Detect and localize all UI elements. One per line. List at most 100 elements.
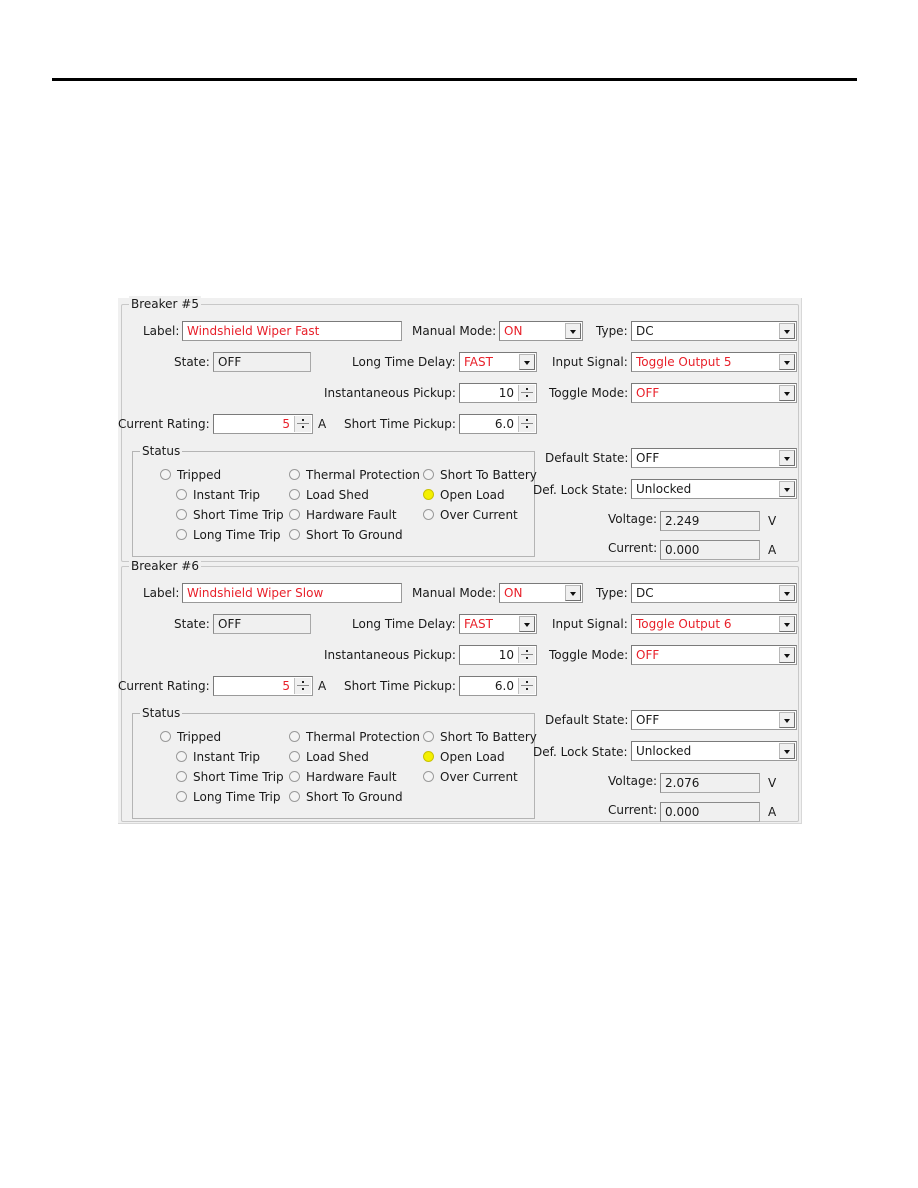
long-time-delay-select[interactable]: FAST: [459, 352, 537, 372]
spin-buttons: [294, 416, 311, 432]
status-indicator: Hardware Fault: [289, 768, 397, 786]
chevron-down-icon[interactable]: [779, 450, 795, 466]
input-signal-select[interactable]: Toggle Output 5: [631, 352, 797, 372]
current-readout: 0.000: [660, 802, 760, 822]
chevron-down-icon[interactable]: [519, 354, 535, 370]
type-select[interactable]: DC: [631, 321, 797, 341]
default-state-select[interactable]: OFF: [631, 710, 797, 730]
spin-down-icon[interactable]: [295, 686, 311, 693]
status-indicator: Load Shed: [289, 486, 369, 504]
default-state-value: OFF: [636, 451, 660, 465]
spin-up-icon[interactable]: [519, 385, 535, 392]
spin-down-icon[interactable]: [519, 686, 535, 693]
manual-mode-select[interactable]: ON: [499, 583, 583, 603]
spin-down-icon[interactable]: [519, 655, 535, 662]
state-caption: State:: [174, 355, 210, 369]
status-indicator: Short To Ground: [289, 526, 403, 544]
default-state-select[interactable]: OFF: [631, 448, 797, 468]
def-lock-state-select[interactable]: Unlocked: [631, 741, 797, 761]
status-label: Hardware Fault: [306, 508, 397, 522]
radio-indicator-icon: [423, 469, 434, 480]
def-lock-state-select[interactable]: Unlocked: [631, 479, 797, 499]
radio-indicator-icon: [289, 489, 300, 500]
chevron-down-icon[interactable]: [779, 323, 795, 339]
label-input[interactable]: Windshield Wiper Fast: [182, 321, 402, 341]
spin-up-icon[interactable]: [519, 416, 535, 423]
manual-mode-select[interactable]: ON: [499, 321, 583, 341]
chevron-down-icon[interactable]: [779, 585, 795, 601]
status-label: Short To Ground: [306, 790, 403, 804]
manual-mode-caption: Manual Mode:: [412, 324, 497, 338]
status-label: Thermal Protection: [306, 730, 420, 744]
state-readout: OFF: [213, 352, 311, 372]
status-indicator: Long Time Trip: [176, 526, 281, 544]
spin-up-icon[interactable]: [295, 416, 311, 423]
toggle-mode-caption: Toggle Mode:: [549, 648, 629, 662]
status-indicator: Short Time Trip: [176, 768, 284, 786]
chevron-down-icon[interactable]: [779, 647, 795, 663]
radio-indicator-icon: [289, 751, 300, 762]
type-caption: Type:: [596, 324, 628, 338]
radio-indicator-icon: [423, 771, 434, 782]
breaker-title: Breaker #6: [129, 558, 201, 574]
status-indicator: Tripped: [160, 466, 221, 484]
chevron-down-icon[interactable]: [779, 354, 795, 370]
input-signal-select[interactable]: Toggle Output 6: [631, 614, 797, 634]
status-label: Open Load: [440, 488, 505, 502]
chevron-down-icon[interactable]: [519, 616, 535, 632]
default-state-value: OFF: [636, 713, 660, 727]
current-readout: 0.000: [660, 540, 760, 560]
radio-indicator-icon: [289, 529, 300, 540]
spin-down-icon[interactable]: [519, 424, 535, 431]
chevron-down-icon[interactable]: [779, 385, 795, 401]
status-group: Status Tripped Instant Trip Short Time T…: [132, 443, 537, 557]
spin-down-icon[interactable]: [295, 424, 311, 431]
voltage-readout: 2.076: [660, 773, 760, 793]
chevron-down-icon[interactable]: [779, 743, 795, 759]
current-rating-stepper[interactable]: 5: [213, 676, 313, 696]
chevron-down-icon[interactable]: [779, 712, 795, 728]
radio-indicator-icon: [289, 509, 300, 520]
voltage-caption: Voltage:: [608, 512, 658, 526]
chevron-down-icon[interactable]: [779, 481, 795, 497]
current-rating-stepper[interactable]: 5: [213, 414, 313, 434]
status-indicator: Over Current: [423, 506, 518, 524]
label-input[interactable]: Windshield Wiper Slow: [182, 583, 402, 603]
radio-indicator-icon: [423, 489, 434, 500]
status-indicator: Open Load: [423, 748, 505, 766]
spin-up-icon[interactable]: [519, 678, 535, 685]
state-readout: OFF: [213, 614, 311, 634]
radio-indicator-icon: [176, 771, 187, 782]
spin-up-icon[interactable]: [295, 678, 311, 685]
radio-indicator-icon: [423, 509, 434, 520]
toggle-mode-select[interactable]: OFF: [631, 383, 797, 403]
status-group: Status Tripped Instant Trip Short Time T…: [132, 705, 537, 819]
radio-indicator-icon: [289, 469, 300, 480]
instantaneous-pickup-caption: Instantaneous Pickup:: [324, 648, 456, 662]
short-time-pickup-stepper[interactable]: 6.0: [459, 414, 537, 434]
spin-down-icon[interactable]: [519, 393, 535, 400]
spin-buttons: [518, 416, 535, 432]
long-time-delay-select[interactable]: FAST: [459, 614, 537, 634]
status-label: Long Time Trip: [193, 790, 281, 804]
status-label: Thermal Protection: [306, 468, 420, 482]
status-indicator: Open Load: [423, 486, 505, 504]
instantaneous-pickup-stepper[interactable]: 10: [459, 645, 537, 665]
radio-indicator-icon: [423, 751, 434, 762]
type-value: DC: [636, 586, 654, 600]
chevron-down-icon[interactable]: [565, 323, 581, 339]
status-label: Hardware Fault: [306, 770, 397, 784]
chevron-down-icon[interactable]: [779, 616, 795, 632]
type-select[interactable]: DC: [631, 583, 797, 603]
spin-up-icon[interactable]: [519, 647, 535, 654]
short-time-pickup-stepper[interactable]: 6.0: [459, 676, 537, 696]
spin-buttons: [518, 385, 535, 401]
chevron-down-icon[interactable]: [565, 585, 581, 601]
status-label: Instant Trip: [193, 750, 261, 764]
input-signal-caption: Input Signal:: [552, 617, 628, 631]
toggle-mode-select[interactable]: OFF: [631, 645, 797, 665]
instantaneous-pickup-stepper[interactable]: 10: [459, 383, 537, 403]
toggle-mode-value: OFF: [636, 648, 660, 662]
status-label: Tripped: [177, 468, 222, 482]
radio-indicator-icon: [289, 731, 300, 742]
